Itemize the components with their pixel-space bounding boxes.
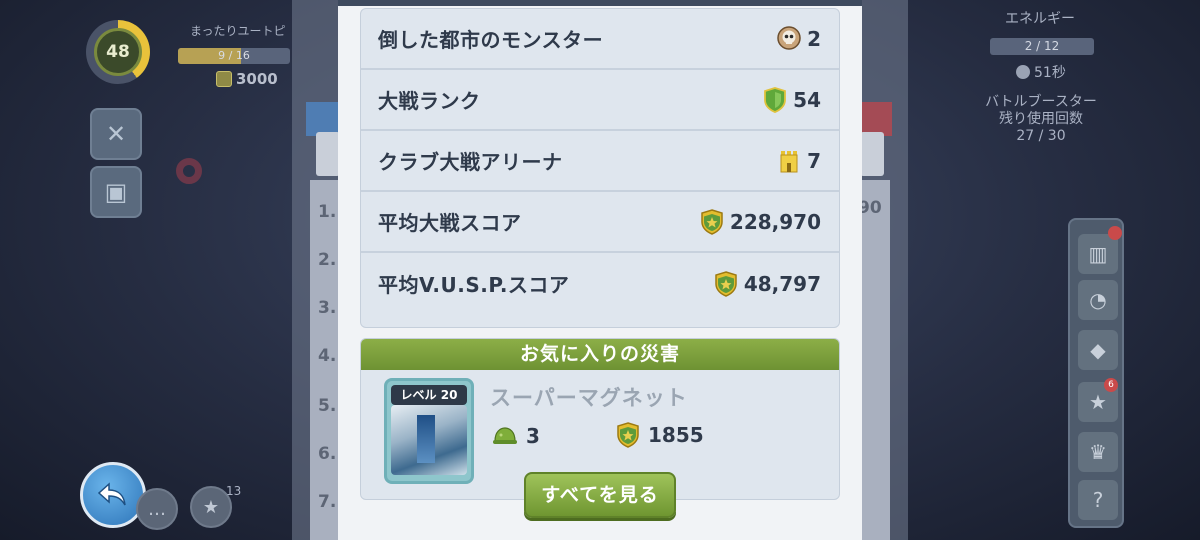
- player-level: 48: [94, 28, 142, 76]
- background-card-left: [316, 132, 340, 176]
- stat-value: 48,797: [743, 271, 821, 296]
- right-menu-rail: ▥ ◔ ◆ ★ 6 ♛ ?: [1068, 218, 1124, 528]
- background-card-right: [860, 132, 884, 176]
- stat-value-group: 228,970: [700, 208, 821, 235]
- energy-text: 2 / 12: [1024, 39, 1060, 53]
- club-building-icon: ▥: [1088, 242, 1108, 266]
- notification-dot: [1108, 226, 1122, 240]
- star-icon: ★: [202, 496, 220, 518]
- help-button[interactable]: ?: [1078, 480, 1118, 520]
- missions-badge: 6: [1104, 378, 1118, 392]
- stat-label: 大戦ランク: [378, 89, 481, 113]
- card-icon: ◆: [1090, 338, 1106, 362]
- rank-label: 6.: [318, 444, 337, 464]
- rank-label: 4.: [318, 346, 337, 366]
- magnet-tower-icon: [417, 415, 435, 463]
- rank-label: 1.: [318, 202, 337, 222]
- green-shield-icon: [764, 86, 787, 113]
- stat-value: 2: [807, 26, 821, 51]
- cards-button[interactable]: ◆: [1078, 330, 1118, 370]
- stat-row-avg-vusp-score: 平均V.U.S.P.スコア 48,797: [361, 253, 839, 314]
- back-button[interactable]: [80, 462, 146, 528]
- booster-count: 27 / 30: [1016, 128, 1066, 144]
- stat-value-group: 54: [763, 86, 821, 113]
- stat-label: 倒した都市のモンスター: [378, 28, 604, 52]
- stats-list: 倒した都市のモンスター 2 大戦ランク 54 クラブ大戦アリーナ 7 平均大戦ス…: [360, 8, 840, 328]
- helmet-icon: [493, 427, 517, 444]
- rank-label: 3.: [318, 298, 337, 318]
- chat-button[interactable]: …: [136, 488, 178, 530]
- coin-counter: 3000: [216, 70, 278, 88]
- battle-booster: バトルブースター 残り使用回数 27 / 30: [978, 94, 1104, 145]
- decoration-donut-icon: [176, 158, 202, 184]
- coin-icon: [216, 71, 232, 87]
- stat-value-group: 48,797: [714, 270, 821, 297]
- booster-subtitle: 残り使用回数: [999, 111, 1083, 127]
- star-card-icon: ★: [1089, 390, 1107, 414]
- disaster-score-value: 1855: [648, 423, 704, 447]
- energy-timer-text: 51秒: [1034, 65, 1066, 81]
- player-level-ring[interactable]: 48: [86, 20, 150, 84]
- radar-button[interactable]: ◔: [1078, 280, 1118, 320]
- shopping-bag-icon: ▣: [104, 178, 128, 206]
- popup-header-strip: [338, 0, 862, 6]
- chat-bubble-icon: …: [148, 498, 166, 520]
- settings-button[interactable]: ✕: [90, 108, 142, 160]
- see-all-button[interactable]: すべてを見る: [524, 472, 676, 518]
- gold-shield-icon: [701, 208, 723, 235]
- stat-label: 平均V.U.S.P.スコア: [378, 273, 570, 297]
- favorite-disaster-header: お気に入りの災害: [361, 339, 839, 370]
- disaster-name: スーパーマグネット: [490, 386, 688, 410]
- card-level-label: レベル 20: [391, 385, 467, 405]
- stat-value: 54: [793, 87, 821, 112]
- booster-title: バトルブースター: [985, 94, 1097, 110]
- stopwatch-icon: [1016, 65, 1030, 79]
- energy-timer: 51秒: [1016, 62, 1066, 82]
- club-button[interactable]: ▥: [1078, 234, 1118, 274]
- xp-bar: 9 / 16: [178, 48, 290, 64]
- trophy-button[interactable]: ♛: [1078, 432, 1118, 472]
- coin-amount: 3000: [236, 70, 278, 88]
- back-arrow-icon: [97, 482, 126, 506]
- stat-label: 平均大戦スコア: [378, 211, 522, 235]
- messages-count: 13: [226, 484, 242, 498]
- help-book-icon: ?: [1092, 488, 1104, 512]
- stat-row-club-arena: クラブ大戦アリーナ 7: [361, 131, 839, 192]
- stat-value: 228,970: [729, 209, 821, 234]
- stat-value: 7: [807, 148, 821, 173]
- stat-row-avg-war-score: 平均大戦スコア 228,970: [361, 192, 839, 253]
- energy-bar: 2 / 12: [990, 38, 1094, 55]
- gold-shield-icon: [617, 422, 639, 448]
- disaster-score: 1855: [616, 422, 704, 448]
- helmet-count: 3: [526, 424, 540, 448]
- stat-row-war-rank: 大戦ランク 54: [361, 70, 839, 131]
- stat-value-group: 2: [777, 25, 821, 52]
- satellite-dish-icon: ◔: [1089, 288, 1107, 312]
- stat-value-group: 7: [777, 148, 821, 174]
- gold-shield-icon: [715, 270, 737, 297]
- tower-icon: [780, 150, 798, 172]
- rank-label: 7.: [318, 492, 337, 512]
- tools-icon: ✕: [105, 120, 127, 148]
- disaster-card[interactable]: レベル 20: [384, 378, 474, 484]
- energy-title: エネルギー: [1005, 11, 1075, 27]
- rank-label: 5.: [318, 396, 337, 416]
- stat-row-monsters: 倒した都市のモンスター 2: [361, 9, 839, 70]
- player-name: まったりユートピ: [190, 24, 286, 38]
- trophy-icon: ♛: [1089, 440, 1107, 464]
- shop-button[interactable]: ▣: [90, 166, 142, 218]
- rank-label: 2.: [318, 250, 337, 270]
- helmet-stat: 3: [492, 424, 540, 448]
- skull-icon: [777, 25, 801, 50]
- xp-text: 9 / 16: [218, 49, 250, 62]
- stat-label: クラブ大戦アリーナ: [378, 150, 563, 174]
